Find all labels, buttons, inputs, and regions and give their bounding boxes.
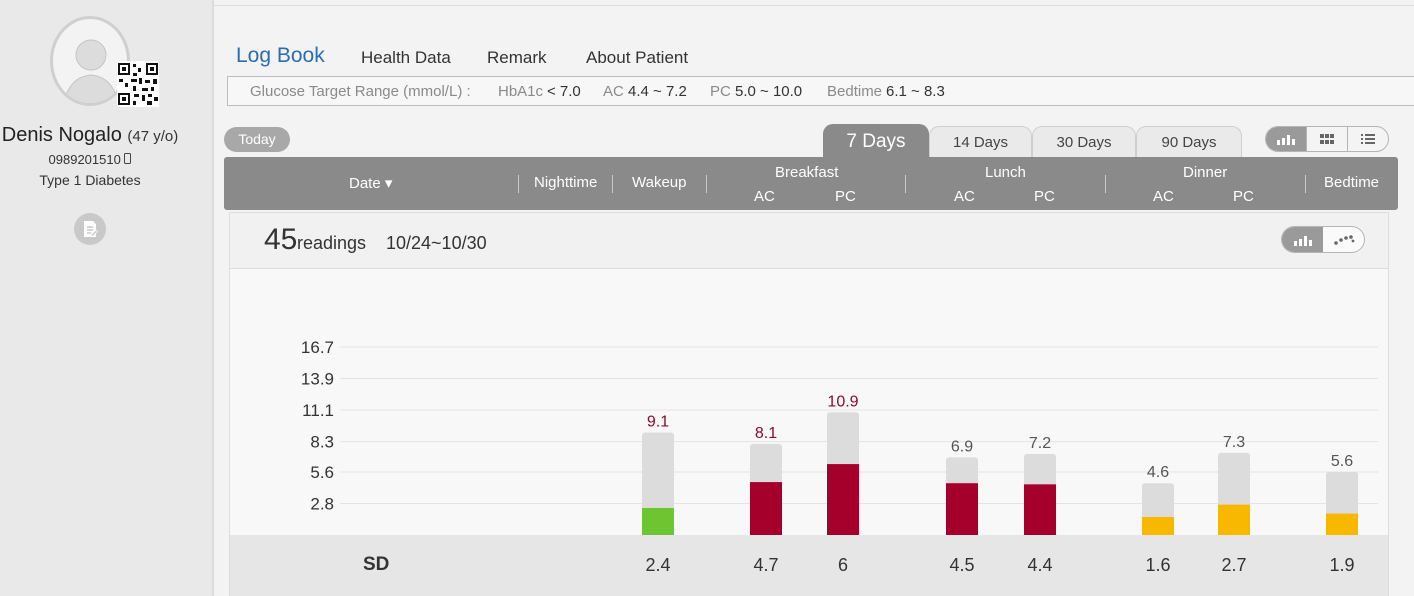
dinner-header: Dinner: [1183, 164, 1228, 181]
patient-phone: 0989201510: [0, 152, 180, 167]
column-divider: [612, 175, 613, 193]
date-sort-header[interactable]: Date ▾: [349, 174, 392, 192]
pc-value: 5.0 ~ 10.0: [735, 83, 803, 100]
data-label: 10.9: [827, 393, 858, 410]
data-label: 5.6: [1331, 453, 1353, 470]
value-bar: [642, 507, 674, 535]
data-label: 9.1: [647, 414, 669, 431]
y-tick-label: 5.6: [310, 463, 334, 482]
tab-14-days[interactable]: 14 Days: [929, 126, 1032, 157]
nav-logbook[interactable]: Log Book: [236, 44, 325, 68]
value-bar: [1024, 484, 1056, 535]
data-label: 7.2: [1029, 435, 1051, 452]
sd-value: 4.4: [1027, 555, 1053, 575]
qr-code-icon[interactable]: [117, 61, 159, 107]
bedtime-value: 6.1 ~ 8.3: [886, 83, 945, 100]
ac-label: AC: [603, 83, 624, 100]
bar-chart-icon: [1277, 135, 1295, 145]
bedtime-label: Bedtime: [827, 83, 883, 100]
sd-value: 2.7: [1221, 555, 1247, 575]
value-bar: [827, 464, 859, 535]
today-button[interactable]: Today: [224, 127, 290, 152]
lunch-header: Lunch: [985, 164, 1026, 181]
edit-note-button[interactable]: [74, 213, 106, 245]
sd-label: SD: [363, 554, 390, 575]
glucose-target-range: Glucose Target Range (mmol/L) : HbA1c < …: [227, 76, 1414, 106]
readings-panel: 45 readings 10/24~10/30 16.7 13.9 11.1 8.3 5…: [229, 212, 1389, 596]
patient-sidebar: Denis Nogalo (47 y/o) 0989201510 Type 1 …: [0, 0, 214, 596]
wakeup-header: Wakeup: [632, 174, 687, 191]
nighttime-header: Nighttime: [534, 174, 598, 191]
target-range-label: Glucose Target Range (mmol/L) :: [250, 83, 471, 100]
data-label: 4.6: [1147, 464, 1169, 481]
nav-about-patient[interactable]: About Patient: [586, 48, 688, 68]
column-divider: [1105, 175, 1106, 193]
value-bar: [1142, 516, 1174, 535]
sd-value: 1.6: [1145, 555, 1171, 575]
grid-view-button[interactable]: [1306, 127, 1347, 151]
sd-value: 4.7: [753, 555, 779, 575]
column-divider: [706, 175, 707, 193]
tab-30-days[interactable]: 30 Days: [1032, 126, 1136, 157]
data-label: 6.9: [951, 438, 973, 455]
breakfast-ac-header: AC: [754, 188, 775, 205]
sd-value: 4.5: [949, 555, 975, 575]
top-divider: [214, 5, 1414, 6]
column-divider: [518, 175, 519, 193]
column-divider: [905, 175, 906, 193]
data-label: 8.1: [755, 425, 777, 442]
sd-row: SD 2.4 4.7 6 4.5 4.4 1.6 2.7 1.9: [230, 535, 1388, 596]
breakfast-pc-header: PC: [835, 188, 856, 205]
logbook-column-header: Date ▾ Nighttime Wakeup Breakfast AC PC …: [224, 157, 1398, 210]
sd-value: 2.4: [645, 555, 671, 575]
patient-name: Denis Nogalo (47 y/o): [0, 124, 180, 147]
tab-90-days[interactable]: 90 Days: [1136, 126, 1242, 157]
nav-remark[interactable]: Remark: [487, 48, 547, 68]
lunch-ac-header: AC: [954, 188, 975, 205]
tab-7-days[interactable]: 7 Days: [823, 124, 929, 157]
diabetes-type: Type 1 Diabetes: [39, 172, 141, 188]
dinner-ac-header: AC: [1153, 188, 1174, 205]
note-icon: [84, 221, 98, 237]
list-view-button[interactable]: [1347, 127, 1388, 151]
pc-label: PC: [710, 83, 731, 100]
value-bar: [946, 483, 978, 535]
y-tick-label: 11.1: [302, 401, 334, 420]
value-bar: [750, 482, 782, 535]
y-tick-label: 16.7: [301, 338, 334, 357]
grid-icon: [1320, 134, 1334, 144]
list-icon: [1361, 134, 1375, 144]
data-label: 7.3: [1223, 434, 1245, 451]
view-mode-toggle: [1265, 126, 1389, 152]
phone-icon: [124, 153, 132, 164]
hba1c-label: HbA1c: [498, 83, 544, 100]
y-tick-label: 2.8: [310, 494, 334, 513]
chart-view-button[interactable]: [1266, 127, 1306, 151]
glucose-bar-chart: 16.7 13.9 11.1 8.3 5.6 2.8 9.1 8.1 10.9 6.9 7.2 4.6…: [301, 338, 1378, 535]
patient-age: (47 y/o): [127, 128, 179, 145]
breakfast-header: Breakfast: [775, 164, 839, 181]
value-bar: [1218, 504, 1250, 535]
y-tick-label: 13.9: [301, 370, 334, 389]
y-tick-label: 8.3: [310, 433, 334, 452]
patient-name-text: Denis Nogalo: [1, 124, 122, 146]
nav-health-data[interactable]: Health Data: [361, 48, 451, 68]
bedtime-header: Bedtime: [1324, 174, 1380, 191]
sd-value: 1.9: [1329, 555, 1355, 575]
dinner-pc-header: PC: [1233, 188, 1254, 205]
hba1c-value: < 7.0: [547, 83, 581, 100]
ac-value: 4.4 ~ 7.2: [628, 83, 687, 100]
lunch-pc-header: PC: [1034, 188, 1055, 205]
value-bar: [1326, 513, 1358, 535]
sd-value: 6: [837, 555, 849, 575]
patient-phone-text: 0989201510: [48, 152, 121, 167]
column-divider: [1305, 175, 1306, 193]
